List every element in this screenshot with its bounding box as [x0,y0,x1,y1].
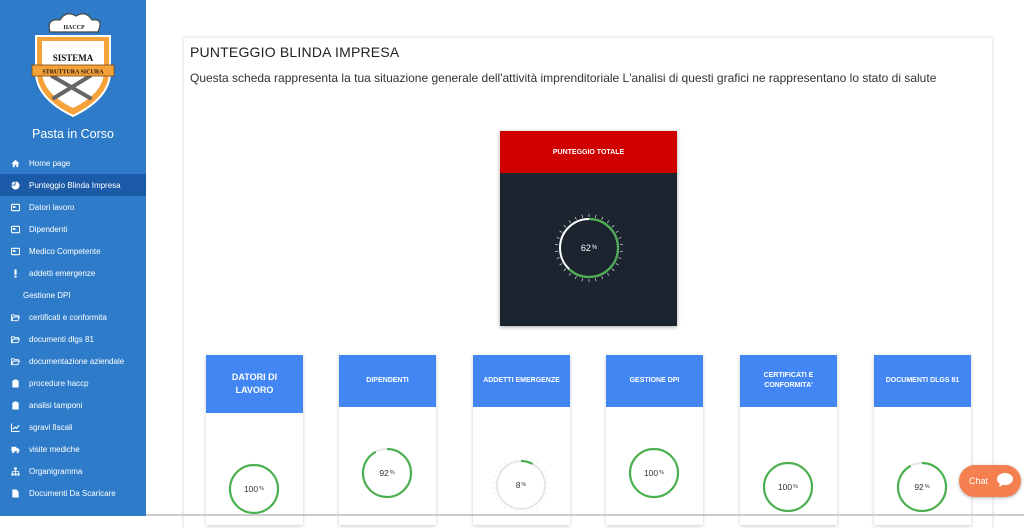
score-card-certificati-e-conformita: CERTIFICATI E CONFORMITA' 100% [740,355,837,525]
truck-icon [10,444,20,454]
id-card-icon [10,224,20,234]
sidebar-item-documenti-dlgs-81[interactable]: documenti dlgs 81 [0,328,146,350]
sidebar-item-label: procedure haccp [29,379,89,388]
page-title: PUNTEGGIO BLINDA IMPRESA [190,44,399,60]
sidebar-item-visite-mediche[interactable]: visite mediche [0,438,146,460]
total-score-label: PUNTEGGIO TOTALE [500,131,677,173]
score-card-label: CERTIFICATI E CONFORMITA' [740,355,837,407]
sidebar-item-documentazione-aziendale[interactable]: documentazione aziendale [0,350,146,372]
score-card-value: 8% [491,455,551,515]
sidebar-item-label: Punteggio Blinda Impresa [29,181,121,190]
score-card-value: 100% [758,457,818,517]
score-card-datori-di-lavoro: DATORI DI LAVORO 100% [206,355,303,525]
sidebar-item-label: Datori lavoro [29,203,74,212]
sidebar-item-home-page[interactable]: Home page [0,152,146,174]
sidebar-item-label: Dipendenti [29,225,67,234]
sidebar-item-addetti-emergenze[interactable]: addetti emergenze [0,262,146,284]
sidebar-item-label: analisi tamponi [29,401,82,410]
score-card-dipendenti: DIPENDENTI 92% [339,355,436,525]
haccp-logo: HACCP SISTEMA STRUTTURA SICURA [28,10,118,122]
folder-open-icon [10,334,20,344]
sidebar-nav: Home page Punteggio Blinda Impresa Datori … [0,152,146,504]
file-icon [10,488,20,498]
score-card-value: 92% [892,457,952,517]
clipboard-icon [10,400,20,410]
line-chart-icon [10,422,20,432]
sidebar-item-label: visite mediche [29,445,80,454]
page-description: Questa scheda rappresenta la tua situazi… [190,71,936,85]
sidebar-item-datori-lavoro[interactable]: Datori lavoro [0,196,146,218]
score-card-value: 92% [357,443,417,503]
sidebar-item-analisi-tamponi[interactable]: analisi tamponi [0,394,146,416]
score-card-label: GESTIONE DPI [606,355,703,407]
sidebar-item-label: Documenti Da Scaricare [29,489,116,498]
exclamation-icon [10,268,20,278]
score-card-label: DOCUMENTI DLGS 81 [874,355,971,407]
clipboard-icon [10,378,20,388]
sidebar-item-label: Home page [29,159,70,168]
total-score-value: 62% [554,213,624,283]
score-card-label: DATORI DI LAVORO [206,355,303,413]
logo-title: SISTEMA [53,53,94,63]
id-card-icon [10,202,20,212]
score-card-value: 100% [224,459,284,519]
chat-label: Chat [969,476,988,486]
sidebar-item-procedure-haccp[interactable]: procedure haccp [0,372,146,394]
sidebar-item-organigramma[interactable]: Organigramma [0,460,146,482]
sidebar-item-punteggio-blinda-impresa[interactable]: Punteggio Blinda Impresa [0,174,146,196]
score-panel: PUNTEGGIO BLINDA IMPRESA Questa scheda r… [184,38,992,528]
home-icon [10,158,20,168]
sidebar-item-medico-competente[interactable]: Medico Competente [0,240,146,262]
sidebar-item-dipendenti[interactable]: Dipendenti [0,218,146,240]
logo-ribbon: STRUTTURA SICURA [42,70,104,76]
logo-badge-text: HACCP [63,25,85,31]
sidebar-item-label: addetti emergenze [29,269,95,278]
score-card-gestione-dpi: GESTIONE DPI 100% [606,355,703,525]
score-card-label: DIPENDENTI [339,355,436,407]
sidebar-item-label: Organigramma [29,467,82,476]
sidebar-item-label: documenti dlgs 81 [29,335,94,344]
folder-open-icon [10,356,20,366]
sidebar-item-label: documentazione aziendale [29,357,124,366]
sidebar: HACCP SISTEMA STRUTTURA SICURA Pasta in … [0,0,146,516]
score-card-value: 100% [624,443,684,503]
id-card-icon [10,246,20,256]
sidebar-item-certificati-e-conformita[interactable]: certificati e conformita [0,306,146,328]
score-card-label: ADDETTI EMERGENZE [473,355,570,407]
sidebar-item-documenti-da-scaricare[interactable]: Documenti Da Scaricare [0,482,146,504]
sidebar-item-label: sgravi fiscali [29,423,73,432]
score-card-documenti-dlgs-81: DOCUMENTI DLGS 81 92% [874,355,971,525]
chat-button[interactable]: Chat [959,465,1021,497]
pie-chart-icon [10,180,20,190]
score-card-addetti-emergenze: ADDETTI EMERGENZE 8% [473,355,570,525]
sidebar-item-label: Medico Competente [29,247,101,256]
folder-open-icon [10,312,20,322]
sidebar-item-gestione-dpi[interactable]: Gestione DPI [0,284,146,306]
sidebar-item-label: certificati e conformita [29,313,107,322]
sidebar-item-label: Gestione DPI [23,291,71,300]
sidebar-item-sgravi-fiscali[interactable]: sgravi fiscali [0,416,146,438]
sitemap-icon [10,466,20,476]
main-content: PUNTEGGIO BLINDA IMPRESA Questa scheda r… [146,0,1024,516]
brand-name: Pasta in Corso [0,127,146,141]
total-score-card: PUNTEGGIO TOTALE 62% [500,131,677,326]
chat-bubble-icon [996,472,1014,488]
